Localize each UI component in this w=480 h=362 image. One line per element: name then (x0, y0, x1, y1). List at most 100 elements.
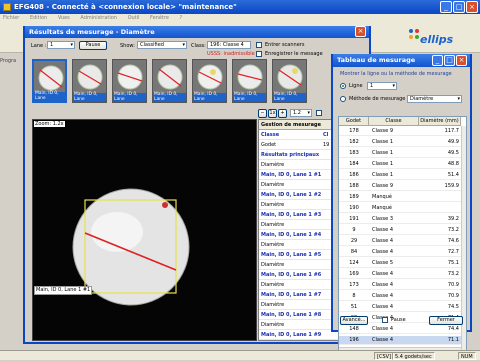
measure-window: Tableau de mesurage _ □ × Montrer la lig… (331, 54, 472, 353)
advanced-button[interactable]: Avancé... (340, 316, 368, 325)
table-row[interactable]: 182 Classe 1 49.9 (339, 138, 466, 147)
measurement-image[interactable]: Zoom: 1.2x Main, ID 0, Lane 1 #1 (32, 119, 257, 341)
lane-select[interactable]: 1 ▾ (47, 41, 75, 49)
table-cell: 73.2 (447, 271, 459, 277)
radio-method[interactable] (340, 96, 346, 102)
table-cell: 159.9 (444, 183, 459, 189)
table-cell: Classe 4 (372, 238, 394, 244)
thumbnail[interactable]: Main, ID 0, Lane (112, 59, 147, 103)
zoom-select[interactable]: 1.2 ▾ (290, 109, 312, 117)
table-row[interactable]: 188 Classe 9 159.9 (339, 182, 466, 191)
thumbnail[interactable]: Main, ID 0, Lane (72, 59, 107, 103)
menu-item[interactable]: Vues (58, 15, 70, 21)
table-cell: 188 (349, 183, 359, 189)
row-label: Diamètre (261, 262, 285, 268)
thumbnail-label: Main, ID 0, Lane (113, 92, 146, 102)
zoom-out-button[interactable]: − (258, 109, 267, 118)
table-cell: 49.5 (447, 150, 459, 156)
radio-line[interactable] (340, 83, 346, 89)
menu-item[interactable]: Fenêtre (150, 15, 169, 21)
save-checkbox[interactable] (256, 51, 262, 57)
table-cell: 75.1 (447, 260, 459, 266)
zoom-in-button[interactable]: + (278, 109, 287, 118)
status-rate: 5.4 godets/sec (392, 352, 435, 360)
table-row[interactable]: 190 Manqué (339, 204, 466, 213)
thumbnail-label: Main, ID 0, Lane (233, 92, 266, 102)
table-row[interactable]: 84 Classe 4 72.7 (339, 248, 466, 257)
thumbnail[interactable]: Main, ID 0, Lane (192, 59, 227, 103)
thumbnail-label: Main, ID 0, Lane (153, 92, 186, 102)
zoom-fit-button[interactable]: 1x (268, 109, 277, 118)
row-label: Godet (261, 142, 277, 148)
table-row[interactable]: 186 Classe 1 51.4 (339, 171, 466, 180)
table-cell: 49.9 (447, 139, 459, 145)
table-row[interactable]: 29 Classe 4 74.6 (339, 237, 466, 246)
results-close-button[interactable]: × (355, 26, 366, 37)
table-cell: Classe 4 (372, 326, 394, 332)
menu-bar: Fichier Edition Vues Administration Outi… (0, 14, 480, 23)
maximize-button[interactable]: □ (453, 1, 465, 13)
table-cell: 183 (349, 150, 359, 156)
table-row[interactable]: 148 Classe 4 74.4 (339, 325, 466, 334)
table-row[interactable]: 169 Classe 4 73.2 (339, 270, 466, 279)
close-button[interactable]: × (466, 1, 478, 13)
pause-button[interactable]: Pause (79, 41, 107, 50)
column-header[interactable]: Classe (369, 117, 419, 126)
table-row[interactable]: 178 Classe 9 117.7 (339, 127, 466, 136)
measure-pause-checkbox[interactable] (382, 317, 388, 323)
table-cell: Classe 5 (372, 260, 394, 266)
line-select[interactable]: 1 ▾ (367, 82, 397, 90)
table-cell: 74.4 (447, 326, 459, 332)
menu-item[interactable]: Administration (80, 15, 117, 21)
show-checkbox[interactable] (316, 110, 322, 116)
table-cell: 84 (350, 249, 358, 255)
row-value: 19 (323, 142, 330, 148)
column-header[interactable]: Godet (339, 117, 369, 126)
measure-minimize-button[interactable]: _ (432, 55, 443, 66)
table-cell: 8 (352, 293, 356, 299)
measure-maximize-button[interactable]: □ (444, 55, 455, 66)
menu-item[interactable]: Fichier (3, 15, 19, 21)
class-field[interactable]: 196: Classe 4 (207, 41, 251, 49)
table-cell: Classe 1 (372, 139, 394, 145)
table-row[interactable]: 51 Classe 4 74.5 (339, 303, 466, 312)
menu-item[interactable]: ? (180, 15, 183, 21)
table-row[interactable]: 9 Classe 4 73.2 (339, 226, 466, 235)
show-line-label: Montrer la ligne ou la méthode de mesura… (340, 71, 452, 77)
table-row[interactable]: 183 Classe 1 49.5 (339, 149, 466, 158)
table-row[interactable]: 184 Classe 1 48.8 (339, 160, 466, 169)
table-cell: 70.9 (447, 282, 459, 288)
method-select[interactable]: Diamètre ▾ (407, 95, 462, 103)
scan-checkbox[interactable] (256, 42, 262, 48)
row-label: Main, ID 0, Lane 1 #6 (261, 272, 322, 278)
menu-item[interactable]: Edition (30, 15, 47, 21)
table-cell: 9 (352, 227, 356, 233)
table-cell: Manqué (372, 194, 392, 200)
minimize-button[interactable]: _ (440, 1, 452, 13)
column-header[interactable]: Diamètre (mm) (419, 117, 461, 126)
thumbnail[interactable]: Main, ID 0, Lane (232, 59, 267, 103)
thumbnail[interactable]: Main, ID 0, Lane (32, 59, 67, 103)
menu-item[interactable]: Outil (128, 15, 140, 21)
table-cell: 73.2 (447, 227, 459, 233)
thumbnail-label: Main, ID 0, Lane (73, 92, 106, 102)
measure-close-btn[interactable]: Fermer (429, 316, 463, 325)
table-cell: 169 (349, 271, 359, 277)
table-row[interactable]: 191 Classe 3 39.2 (339, 215, 466, 224)
row-label: Main, ID 0, Lane 1 #4 (261, 232, 322, 238)
table-row[interactable]: 189 Manqué (339, 193, 466, 202)
save-checkbox-label: Enregistrer le message (265, 51, 323, 57)
show-select[interactable]: Classified ▾ (137, 41, 187, 49)
thumbnail[interactable]: Main, ID 0, Lane (272, 59, 307, 103)
table-row[interactable]: 124 Classe 5 75.1 (339, 259, 466, 268)
table-row[interactable]: 8 Classe 4 70.9 (339, 292, 466, 301)
table-cell: Classe 1 (372, 161, 394, 167)
table-row[interactable]: 196 Classe 4 71.1 (339, 336, 466, 345)
results-title-bar: Résultats de mesurage - Diamètre (25, 26, 369, 38)
measure-close-button[interactable]: × (456, 55, 467, 66)
status-csv: [CSV] (374, 352, 394, 360)
results-title: Résultats de mesurage - Diamètre (29, 28, 155, 36)
table-row[interactable]: 173 Classe 4 70.9 (339, 281, 466, 290)
main-title: EFG408 - Connecté à <connexion locale> "… (14, 3, 237, 11)
thumbnail[interactable]: Main, ID 0, Lane (152, 59, 187, 103)
